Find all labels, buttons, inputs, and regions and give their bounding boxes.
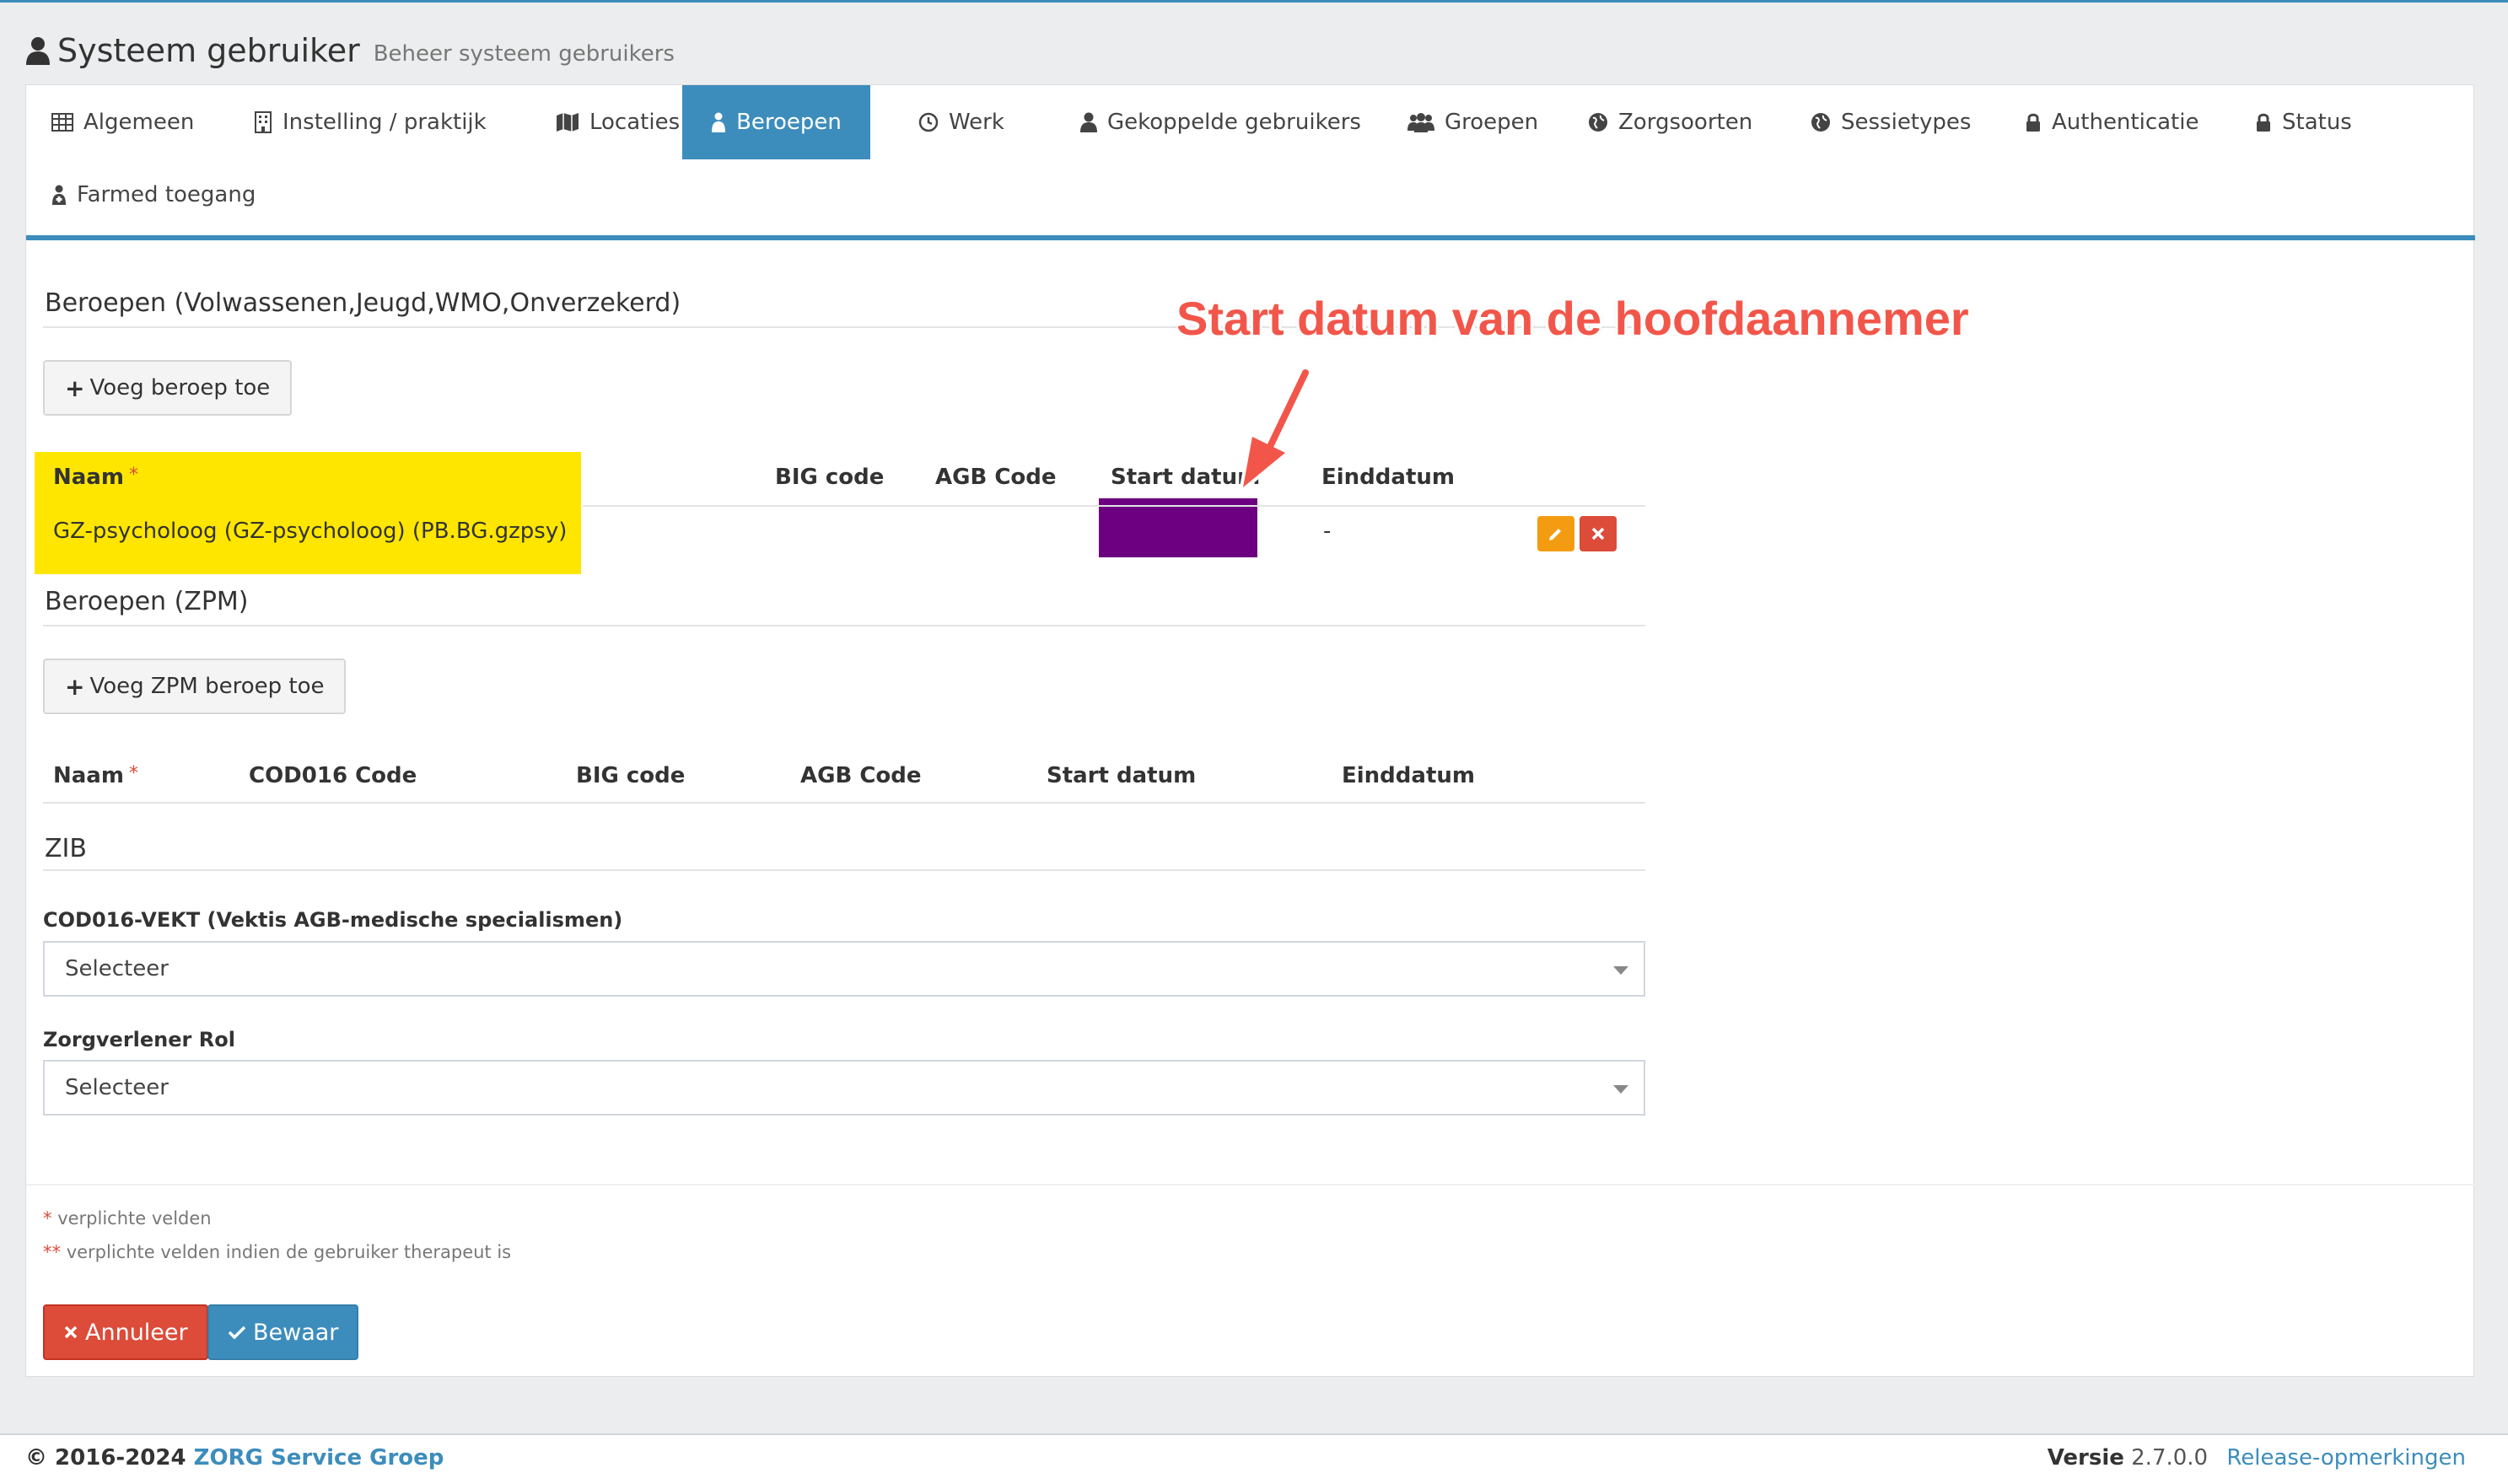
save-button[interactable]: Bewaar <box>207 1304 359 1360</box>
table-header-rule <box>43 802 1645 804</box>
globe-icon <box>1589 113 1607 132</box>
beroep-naam-cell: GZ-psycholoog (GZ-psycholoog) (PB.BG.gzp… <box>53 519 568 544</box>
tab-status[interactable]: Status <box>2230 85 2377 159</box>
tab-locaties[interactable]: Locaties <box>530 85 705 159</box>
zpm-column-header-agb-code: AGB Code <box>800 763 922 788</box>
column-header-naam: Naam * <box>53 465 138 490</box>
release-notes-link[interactable]: Release-opmerkingen <box>2226 1445 2466 1471</box>
main-panel: Algemeen Instelling / praktijk Locaties … <box>25 84 2475 1377</box>
copyright: © 2016-2024 ZORG Service Groep <box>25 1445 444 1471</box>
tab-label: Locaties <box>589 110 681 135</box>
add-zpm-beroep-button[interactable]: + Voeg ZPM beroep toe <box>43 659 347 714</box>
table-header-rule <box>583 505 1645 507</box>
clock-icon <box>918 112 939 132</box>
company-link[interactable]: ZORG Service Groep <box>194 1445 444 1471</box>
user-md-icon <box>712 112 726 132</box>
top-accent-line <box>0 0 2508 3</box>
required-fields-note: * verplichte velden <box>43 1208 212 1229</box>
tab-algemeen[interactable]: Algemeen <box>26 85 219 159</box>
version-info: Versie 2.7.0.0 Release-opmerkingen <box>2047 1445 2466 1471</box>
tab-label: Sessietypes <box>1841 110 1972 135</box>
column-header-big-code: BIG code <box>775 465 885 490</box>
beroep-einddatum-cell: - <box>1323 519 1332 544</box>
tab-bar: Algemeen Instelling / praktijk Locaties … <box>26 85 2475 240</box>
plus-icon: + <box>65 672 85 701</box>
table-icon <box>51 113 73 132</box>
column-header-einddatum: Einddatum <box>1321 465 1455 490</box>
zpm-column-header-big-code: BIG code <box>576 763 686 788</box>
close-icon <box>1591 527 1605 540</box>
save-label: Bewaar <box>253 1319 339 1346</box>
required-therapist-note: ** verplichte velden indien de gebruiker… <box>43 1242 512 1262</box>
delete-beroep-button[interactable] <box>1580 516 1617 551</box>
column-header-agb-code: AGB Code <box>935 465 1057 490</box>
user-md-icon <box>52 185 66 205</box>
tab-groepen[interactable]: Groepen <box>1382 85 1563 159</box>
add-beroep-button[interactable]: + Voeg beroep toe <box>43 360 293 416</box>
lock-icon <box>2257 113 2270 132</box>
tab-label: Groepen <box>1445 110 1539 135</box>
caret-down-icon <box>1613 966 1628 975</box>
beroepen-section-title: Beroepen (Volwassenen,Jeugd,WMO,Onverzek… <box>45 288 681 318</box>
cod016-selected-value: Selecteer <box>65 956 169 981</box>
tab-label: Gekoppelde gebruikers <box>1107 110 1361 135</box>
tab-label: Werk <box>949 110 1004 135</box>
add-zpm-beroep-label: Voeg ZPM beroep toe <box>89 674 325 699</box>
box-footer-divider <box>26 1184 2475 1186</box>
tab-label: Status <box>2282 110 2352 135</box>
tab-label: Zorgsoorten <box>1618 110 1753 135</box>
user-icon <box>26 37 50 65</box>
zpm-column-header-start-datum: Start datum <box>1047 763 1197 788</box>
users-icon <box>1407 113 1434 132</box>
cod016-select[interactable]: Selecteer <box>43 941 1645 997</box>
divider <box>43 625 1645 626</box>
edit-beroep-button[interactable] <box>1537 516 1574 551</box>
tab-gekoppelde-gebruikers[interactable]: Gekoppelde gebruikers <box>1055 85 1386 159</box>
zorgverlener-rol-select[interactable]: Selecteer <box>43 1060 1645 1116</box>
redacted-start-date <box>1099 498 1257 557</box>
tab-farmed-toegang[interactable]: Farmed toegang <box>26 158 281 232</box>
globe-icon <box>1811 113 1830 132</box>
column-header-start-datum: Start datum <box>1111 465 1261 490</box>
version-number: 2.7.0.0 <box>2131 1445 2209 1471</box>
zib-section-title: ZIB <box>45 834 87 863</box>
lock-icon <box>2026 113 2040 132</box>
tab-label: Beroepen <box>736 110 842 135</box>
page-title: Systeem gebruiker <box>57 32 360 69</box>
tab-authenticatie[interactable]: Authenticatie <box>1999 85 2224 159</box>
map-icon <box>557 113 579 132</box>
tab-sessietypes[interactable]: Sessietypes <box>1785 85 1996 159</box>
tab-beroepen[interactable]: Beroepen <box>682 85 870 159</box>
zpm-column-header-naam: Naam * <box>53 763 138 788</box>
page-footer: © 2016-2024 ZORG Service Groep Versie 2.… <box>0 1433 2508 1484</box>
tab-label: Algemeen <box>83 110 195 135</box>
page-header: Systeem gebruiker Beheer systeem gebruik… <box>25 25 675 76</box>
plus-icon: + <box>65 374 85 402</box>
divider <box>43 869 1645 871</box>
tab-instelling[interactable]: Instelling / praktijk <box>229 85 512 159</box>
close-icon <box>64 1325 78 1339</box>
building-icon <box>255 111 272 133</box>
add-beroep-label: Voeg beroep toe <box>89 375 271 401</box>
cancel-button[interactable]: Annuleer <box>43 1304 208 1360</box>
caret-down-icon <box>1613 1085 1628 1094</box>
zpm-section-title: Beroepen (ZPM) <box>45 587 249 616</box>
zpm-column-header-cod016: COD016 Code <box>249 763 417 788</box>
zorgverlener-rol-selected-value: Selecteer <box>65 1075 169 1100</box>
pencil-icon <box>1549 529 1561 540</box>
cod016-label: COD016-VEKT (Vektis AGB-medische special… <box>43 908 623 932</box>
check-icon <box>228 1325 246 1340</box>
tab-werk[interactable]: Werk <box>893 85 1030 159</box>
zorgverlener-rol-label: Zorgverlener Rol <box>43 1028 235 1051</box>
tab-label: Authenticatie <box>2052 110 2199 135</box>
tab-label: Instelling / praktijk <box>283 110 487 135</box>
tab-label: Farmed toegang <box>77 182 256 207</box>
zpm-column-header-einddatum: Einddatum <box>1342 763 1475 788</box>
cancel-label: Annuleer <box>85 1319 188 1346</box>
annotation-text: Start datum van de hoofdaannemer <box>1176 292 1969 345</box>
page-subtitle: Beheer systeem gebruikers <box>373 41 675 67</box>
user-icon <box>1080 112 1097 132</box>
tab-zorgsoorten[interactable]: Zorgsoorten <box>1563 85 1778 159</box>
